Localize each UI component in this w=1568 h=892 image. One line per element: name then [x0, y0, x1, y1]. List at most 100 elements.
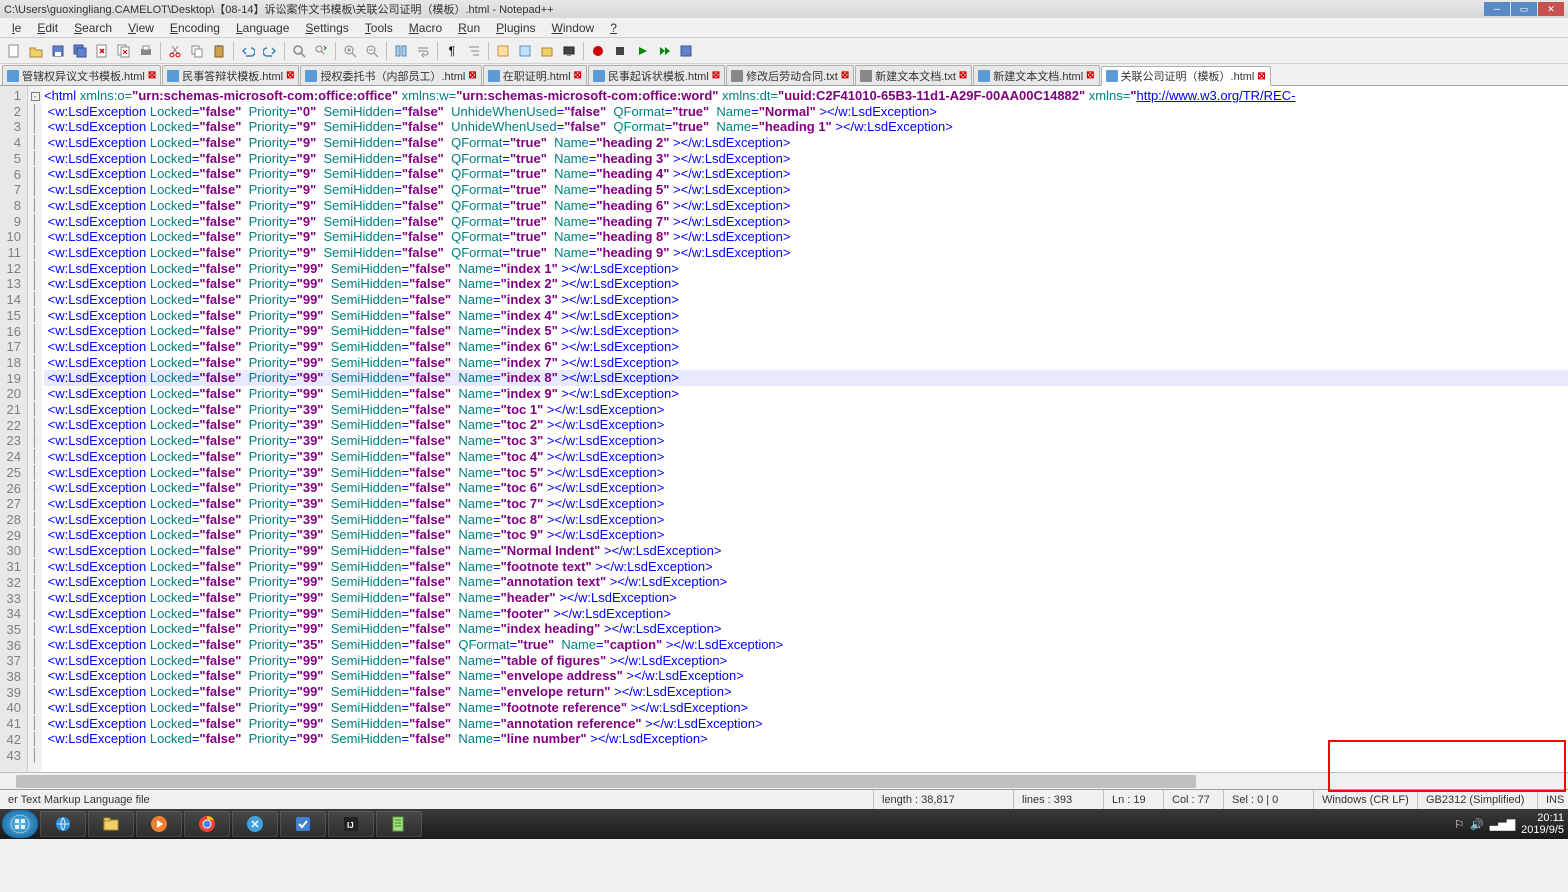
- new-file-icon[interactable]: [4, 41, 24, 61]
- code-content[interactable]: <html xmlns:o="urn:schemas-microsoft-com…: [42, 86, 1568, 772]
- taskbar-explorer-icon[interactable]: [88, 811, 134, 837]
- find-icon[interactable]: [289, 41, 309, 61]
- folder-view-icon[interactable]: [537, 41, 557, 61]
- sync-scroll-icon[interactable]: [391, 41, 411, 61]
- menu-language[interactable]: Language: [228, 19, 297, 37]
- menu-macro[interactable]: Macro: [401, 19, 450, 37]
- close-all-icon[interactable]: [114, 41, 134, 61]
- document-tab[interactable]: 在职证明.html⊠: [483, 65, 587, 85]
- window-controls: ─ ▭ ✕: [1484, 2, 1564, 16]
- redo-icon[interactable]: [260, 41, 280, 61]
- tray-network-icon[interactable]: 🔊: [1470, 818, 1484, 831]
- tray-clock[interactable]: 20:11 2019/9/5: [1521, 812, 1564, 836]
- play-multi-icon[interactable]: [654, 41, 674, 61]
- svg-text:IJ: IJ: [347, 821, 354, 830]
- taskbar-ie-icon[interactable]: [40, 811, 86, 837]
- indent-guide-icon[interactable]: [464, 41, 484, 61]
- menu-edit[interactable]: Edit: [29, 19, 66, 37]
- start-button[interactable]: [2, 810, 38, 838]
- fold-column[interactable]: -│││││││││││││││││││││││││││││││││││││││…: [28, 86, 42, 772]
- taskbar-notepadpp-icon[interactable]: [376, 811, 422, 837]
- doc-map-icon[interactable]: [515, 41, 535, 61]
- document-tab[interactable]: 民事答辩状模板.html⊠: [162, 65, 299, 85]
- document-tab[interactable]: 授权委托书（内部员工）.html⊠: [300, 65, 481, 85]
- tab-label: 民事起诉状模板.html: [608, 68, 709, 84]
- menu-plugins[interactable]: Plugins: [488, 19, 543, 37]
- replace-icon[interactable]: [311, 41, 331, 61]
- file-icon: [1106, 70, 1118, 82]
- zoom-out-icon[interactable]: [362, 41, 382, 61]
- tab-label: 新建文本文档.html: [993, 68, 1083, 84]
- taskbar-chrome-icon[interactable]: [184, 811, 230, 837]
- show-all-chars-icon[interactable]: ¶: [442, 41, 462, 61]
- document-tab[interactable]: 民事起诉状模板.html⊠: [588, 65, 725, 85]
- stop-macro-icon[interactable]: [610, 41, 630, 61]
- tab-close-icon[interactable]: ⊠: [1257, 71, 1265, 82]
- menu-window[interactable]: Window: [544, 19, 603, 37]
- monitor-icon[interactable]: [559, 41, 579, 61]
- line-number-gutter: 1234567891011121314151617181920212223242…: [0, 86, 28, 772]
- tab-close-icon[interactable]: ⊠: [959, 70, 967, 81]
- menu-tools[interactable]: Tools: [357, 19, 401, 37]
- close-button[interactable]: ✕: [1538, 2, 1564, 16]
- document-tab[interactable]: 新建文本文档.txt⊠: [855, 65, 972, 85]
- toolbar-separator: [233, 42, 234, 60]
- tab-close-icon[interactable]: ⊠: [468, 70, 476, 81]
- toolbar-separator: [386, 42, 387, 60]
- tray-battery-icon[interactable]: ▃▅▇: [1490, 818, 1515, 831]
- menu-encoding[interactable]: Encoding: [162, 19, 228, 37]
- zoom-in-icon[interactable]: [340, 41, 360, 61]
- open-file-icon[interactable]: [26, 41, 46, 61]
- file-icon: [305, 70, 317, 82]
- horizontal-scrollbar[interactable]: [0, 772, 1568, 789]
- menu-le[interactable]: le: [4, 19, 29, 37]
- document-tab[interactable]: 管辖权异议文书模板.html⊠: [2, 65, 161, 85]
- file-icon: [167, 70, 179, 82]
- toolbar-separator: [488, 42, 489, 60]
- maximize-button[interactable]: ▭: [1511, 2, 1537, 16]
- cut-icon[interactable]: [165, 41, 185, 61]
- toolbar-separator: [160, 42, 161, 60]
- record-macro-icon[interactable]: [588, 41, 608, 61]
- tab-close-icon[interactable]: ⊠: [841, 70, 849, 81]
- taskbar-intellij-icon[interactable]: IJ: [328, 811, 374, 837]
- menu-search[interactable]: Search: [66, 19, 120, 37]
- scrollbar-thumb[interactable]: [16, 775, 1196, 788]
- word-wrap-icon[interactable]: [413, 41, 433, 61]
- tab-close-icon[interactable]: ⊠: [148, 70, 156, 81]
- taskbar-app-icon[interactable]: [232, 811, 278, 837]
- save-icon[interactable]: [48, 41, 68, 61]
- tab-label: 在职证明.html: [503, 68, 571, 84]
- tab-close-icon[interactable]: ⊠: [286, 70, 294, 81]
- menu-run[interactable]: Run: [450, 19, 488, 37]
- document-tab[interactable]: 关联公司证明（模板）.html⊠: [1101, 66, 1271, 86]
- paste-icon[interactable]: [209, 41, 229, 61]
- tab-close-icon[interactable]: ⊠: [712, 70, 720, 81]
- tab-close-icon[interactable]: ⊠: [1086, 70, 1094, 81]
- file-icon: [593, 70, 605, 82]
- status-length: length : 38,817: [874, 790, 1014, 809]
- taskbar-app-icon[interactable]: [280, 811, 326, 837]
- file-icon: [488, 70, 500, 82]
- copy-icon[interactable]: [187, 41, 207, 61]
- menu-?[interactable]: ?: [602, 19, 625, 37]
- undo-icon[interactable]: [238, 41, 258, 61]
- print-icon[interactable]: [136, 41, 156, 61]
- tab-label: 民事答辩状模板.html: [182, 68, 283, 84]
- close-file-icon[interactable]: [92, 41, 112, 61]
- editor-area: 1234567891011121314151617181920212223242…: [0, 86, 1568, 772]
- save-macro-icon[interactable]: [676, 41, 696, 61]
- status-column: Col : 77: [1164, 790, 1224, 809]
- minimize-button[interactable]: ─: [1484, 2, 1510, 16]
- function-list-icon[interactable]: [493, 41, 513, 61]
- status-lines: lines : 393: [1014, 790, 1104, 809]
- taskbar-wmp-icon[interactable]: [136, 811, 182, 837]
- menu-view[interactable]: View: [120, 19, 162, 37]
- menu-settings[interactable]: Settings: [297, 19, 356, 37]
- document-tab[interactable]: 修改后劳动合同.txt⊠: [726, 65, 854, 85]
- document-tab[interactable]: 新建文本文档.html⊠: [973, 65, 1099, 85]
- play-macro-icon[interactable]: [632, 41, 652, 61]
- save-all-icon[interactable]: [70, 41, 90, 61]
- tab-close-icon[interactable]: ⊠: [574, 70, 582, 81]
- tray-flag-icon[interactable]: ⚐: [1454, 818, 1464, 831]
